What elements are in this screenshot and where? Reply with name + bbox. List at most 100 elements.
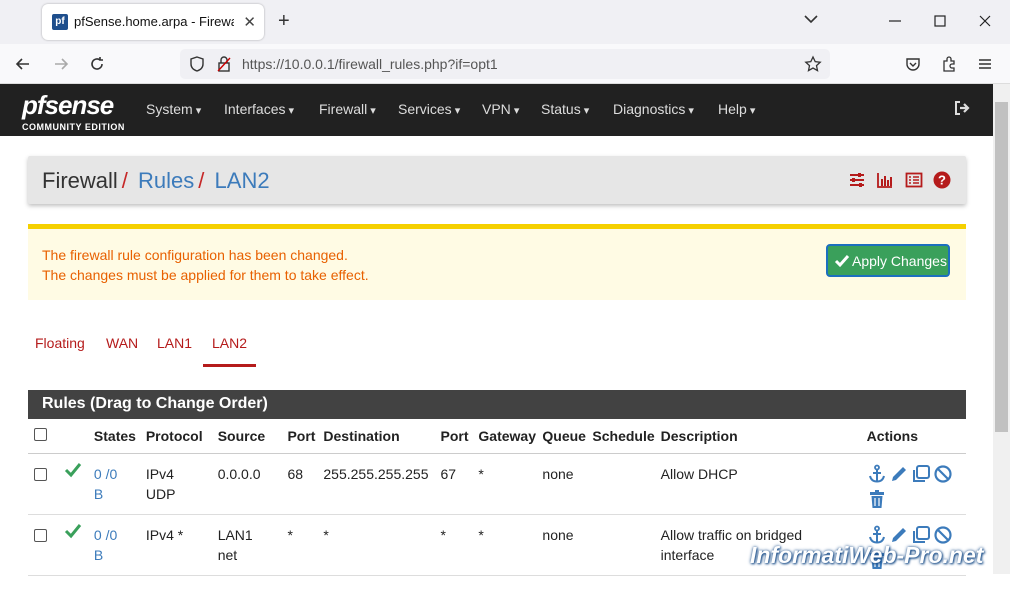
menu-system[interactable]: System xyxy=(146,101,201,117)
close-window-icon[interactable] xyxy=(976,12,994,30)
bookmark-star-icon[interactable] xyxy=(804,55,822,73)
log-list-icon[interactable] xyxy=(905,171,923,189)
copy-icon[interactable] xyxy=(911,464,931,489)
col-protocol: Protocol xyxy=(139,419,212,454)
destination-cell: * xyxy=(317,514,435,576)
apply-changes-button[interactable]: Apply Changes xyxy=(826,244,950,277)
changes-alert: The firewall rule configuration has been… xyxy=(28,224,966,300)
check-icon xyxy=(834,253,850,272)
main-content: Firewall / Rules / LAN2 ? The firewall rul… xyxy=(0,136,993,576)
logout-icon[interactable] xyxy=(953,99,971,117)
new-tab-icon[interactable]: + xyxy=(278,10,290,33)
breadcrumb-separator: / xyxy=(121,168,128,193)
col-source: Source xyxy=(211,419,282,454)
back-icon[interactable] xyxy=(14,55,32,73)
menu-status[interactable]: Status xyxy=(541,101,589,117)
reload-icon[interactable] xyxy=(88,55,106,73)
menu-firewall[interactable]: Firewall xyxy=(319,101,376,117)
menu-help[interactable]: Help xyxy=(718,101,755,117)
table-header-row: States Protocol Source Port Destination … xyxy=(28,419,966,454)
menu-vpn[interactable]: VPN xyxy=(482,101,519,117)
actions-cell xyxy=(860,453,966,515)
menu-services[interactable]: Services xyxy=(398,101,460,117)
watermark: InformatiWeb-Pro.net xyxy=(750,542,984,568)
breadcrumb-firewall: Firewall xyxy=(42,168,118,193)
browser-tab[interactable]: pf pfSense.home.arpa - Firewall: R ✕ xyxy=(42,4,264,40)
select-all-checkbox[interactable] xyxy=(28,419,58,454)
pass-check-icon xyxy=(57,514,88,576)
minimize-icon[interactable] xyxy=(886,12,904,30)
queue-cell: none xyxy=(536,453,587,515)
status-graph-icon[interactable] xyxy=(876,171,894,189)
browser-tab-bar: pf pfSense.home.arpa - Firewall: R ✕ + xyxy=(0,0,1010,44)
source-cell: LAN1 net xyxy=(211,514,282,576)
browser-nav-bar: https://10.0.0.1/firewall_rules.php?if=o… xyxy=(0,44,1010,84)
tab-lan1[interactable]: LAN1 xyxy=(157,335,192,351)
destination-cell: 255.255.255.255 xyxy=(317,453,435,515)
dest-port-cell: 67 xyxy=(434,453,473,515)
alert-line-1: The firewall rule configuration has been… xyxy=(42,247,348,263)
lock-warning-icon[interactable] xyxy=(215,55,233,73)
edition-label: COMMUNITY EDITION xyxy=(22,122,125,132)
col-destination: Destination xyxy=(317,419,435,454)
anchor-icon[interactable] xyxy=(867,464,887,489)
address-bar[interactable]: https://10.0.0.1/firewall_rules.php?if=o… xyxy=(180,49,830,79)
tracking-shield-icon[interactable] xyxy=(188,55,206,73)
breadcrumb-lan2-link[interactable]: LAN2 xyxy=(215,168,270,193)
col-states: States xyxy=(87,419,140,454)
schedule-cell xyxy=(586,453,655,515)
gateway-cell: * xyxy=(472,514,537,576)
col-description: Description xyxy=(654,419,861,454)
edit-pencil-icon[interactable] xyxy=(889,464,909,489)
table-row[interactable]: 0 /0 B IPv4 UDP 0.0.0.0 68 255.255.255.255… xyxy=(28,453,966,515)
related-settings-icon[interactable] xyxy=(848,171,866,189)
states-cell[interactable]: 0 /0 B xyxy=(87,514,140,576)
gateway-cell: * xyxy=(472,453,537,515)
description-cell: Allow DHCP xyxy=(654,453,861,515)
disable-icon[interactable] xyxy=(933,464,953,489)
rules-panel-title: Rules (Drag to Change Order) xyxy=(28,390,966,419)
forward-icon[interactable] xyxy=(52,55,70,73)
pfsense-favicon-icon: pf xyxy=(52,14,68,30)
source-port-cell: * xyxy=(281,514,318,576)
svg-text:?: ? xyxy=(938,173,946,188)
maximize-icon[interactable] xyxy=(931,12,949,30)
dest-port-cell: * xyxy=(434,514,473,576)
menu-diagnostics[interactable]: Diagnostics xyxy=(613,101,694,117)
breadcrumb-rules-link[interactable]: Rules xyxy=(138,168,194,193)
page-scrollbar[interactable] xyxy=(993,84,1010,574)
scrollbar-thumb[interactable] xyxy=(995,102,1008,432)
col-gateway: Gateway xyxy=(472,419,537,454)
tab-wan[interactable]: WAN xyxy=(106,335,138,351)
source-cell: 0.0.0.0 xyxy=(211,453,282,515)
source-port-cell: 68 xyxy=(281,453,318,515)
protocol-cell: IPv4 UDP xyxy=(139,453,212,515)
pass-check-icon xyxy=(57,453,88,515)
pocket-icon[interactable] xyxy=(904,55,922,73)
tab-title: pfSense.home.arpa - Firewall: R xyxy=(74,14,234,29)
breadcrumb: Firewall / Rules / LAN2 ? xyxy=(28,156,966,204)
close-tab-icon[interactable]: ✕ xyxy=(243,13,256,31)
tab-lan2[interactable]: LAN2 xyxy=(203,335,257,367)
protocol-cell: IPv4 * xyxy=(139,514,212,576)
col-schedule: Schedule xyxy=(586,419,655,454)
tab-floating[interactable]: Floating xyxy=(35,335,85,351)
delete-trash-icon[interactable] xyxy=(867,489,887,514)
queue-cell: none xyxy=(536,514,587,576)
schedule-cell xyxy=(586,514,655,576)
apply-changes-label: Apply Changes xyxy=(852,253,947,269)
pfsense-logo[interactable]: pfsense COMMUNITY EDITION xyxy=(22,90,124,132)
tab-list-chevron-icon[interactable] xyxy=(802,10,820,28)
app-menu-icon[interactable] xyxy=(976,55,994,73)
col-actions: Actions xyxy=(860,419,966,454)
col-queue: Queue xyxy=(536,419,587,454)
row-checkbox[interactable] xyxy=(28,453,58,515)
row-checkbox[interactable] xyxy=(28,514,58,576)
states-cell[interactable]: 0 /0 B xyxy=(87,453,140,515)
menu-interfaces[interactable]: Interfaces xyxy=(224,101,294,117)
col-source-port: Port xyxy=(281,419,318,454)
alert-line-2: The changes must be applied for them to … xyxy=(42,267,369,283)
pfsense-navbar: pfsense COMMUNITY EDITION System Interfa… xyxy=(0,84,993,136)
help-icon[interactable]: ? xyxy=(933,171,951,189)
extensions-icon[interactable] xyxy=(940,55,958,73)
